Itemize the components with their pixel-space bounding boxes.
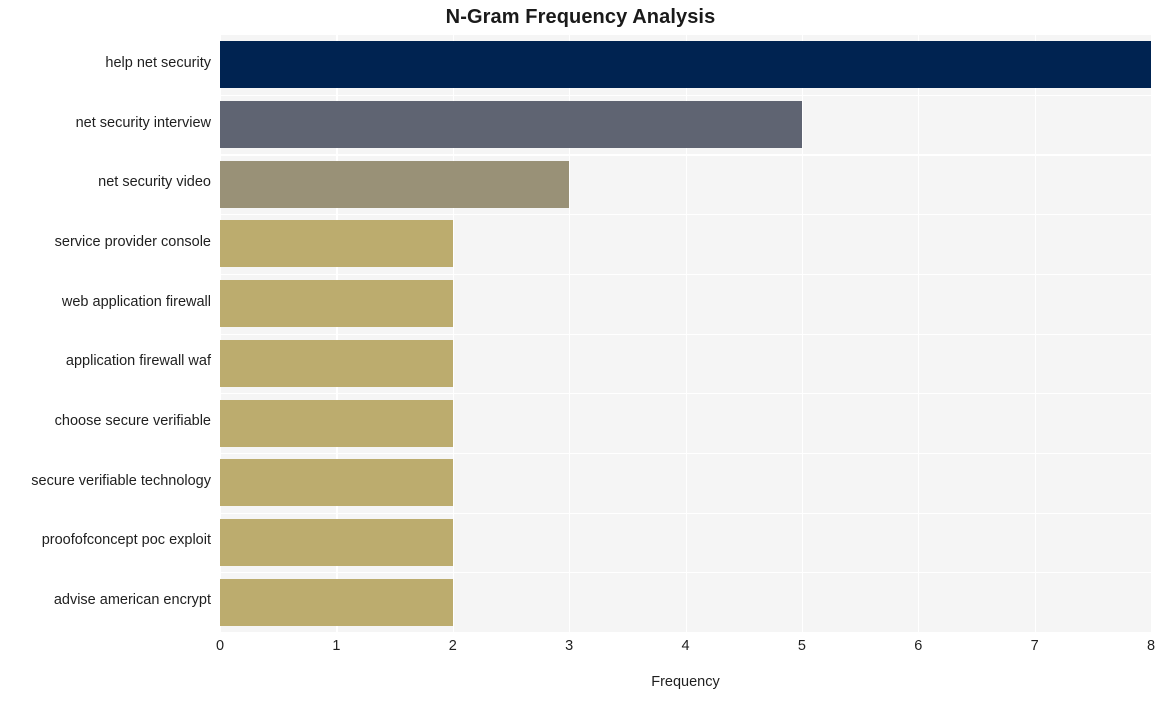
x-axis-title: Frequency [651, 674, 720, 690]
y-axis-tick-label: web application firewall [61, 293, 211, 310]
y-axis-tick-label: net security interview [75, 114, 211, 131]
x-axis-tick-label: 8 [1146, 638, 1156, 654]
y-axis-tick-label: advise american encrypt [53, 592, 211, 609]
x-axis-tick-label: 7 [1030, 638, 1039, 654]
chart-figure: N-Gram Frequency Analysis help net secur… [0, 0, 1161, 701]
y-axis-tick-label: choose secure verifiable [54, 413, 211, 430]
y-axis-tick-label: help net security [105, 54, 211, 71]
x-axis-tick-label: 0 [215, 638, 225, 654]
x-axis-tick-label: 2 [448, 638, 457, 654]
y-axis-tick-label: application firewall waf [65, 353, 211, 370]
y-axis-tick-label: secure verifiable technology [31, 472, 211, 489]
x-axis-tick-label: 3 [565, 638, 574, 654]
x-axis-tick-label: 5 [797, 638, 806, 654]
y-axis-tick-label: service provider console [54, 233, 211, 250]
x-axis-tick-label: 4 [681, 638, 690, 654]
y-axis-tick-label: proofofconcept poc exploit [41, 532, 211, 549]
x-axis-tick-label: 6 [914, 638, 923, 654]
x-axis-tick-label: 1 [332, 638, 341, 654]
y-axis-tick-label: net security video [98, 174, 211, 191]
y-axis-labels: help net security net security interview n… [0, 35, 1161, 632]
chart-title: N-Gram Frequency Analysis [445, 6, 716, 28]
